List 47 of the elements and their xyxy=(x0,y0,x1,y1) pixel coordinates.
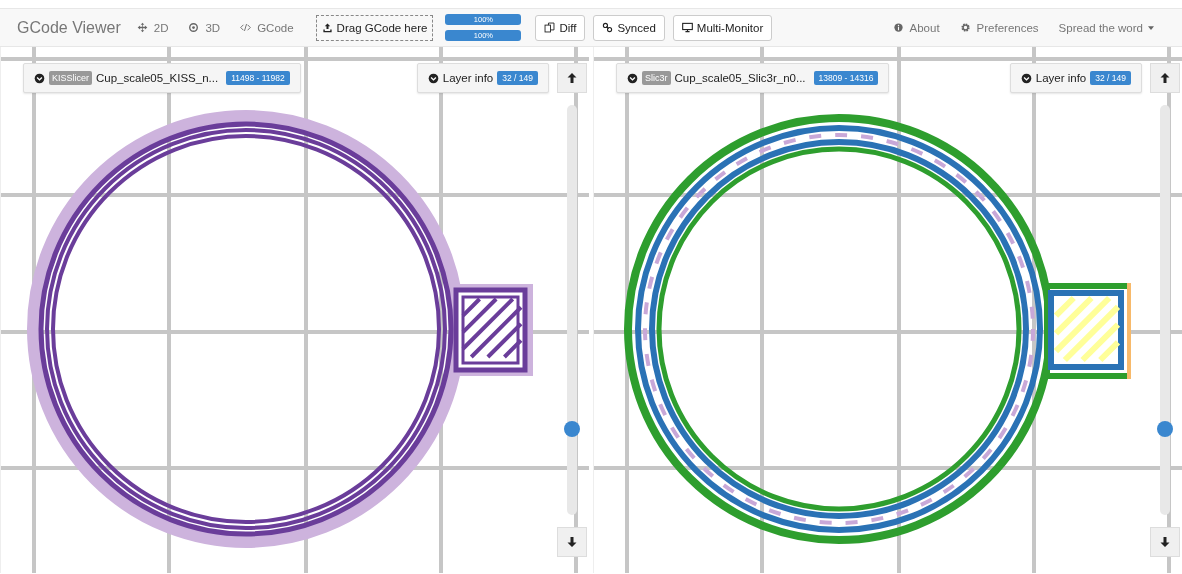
link-icon xyxy=(602,22,614,33)
slider-thumb[interactable] xyxy=(1157,420,1173,437)
layer-up-button[interactable] xyxy=(1150,63,1180,93)
nav-link[interactable]: 3D xyxy=(188,21,221,34)
layer-info-label: Layer info xyxy=(442,72,494,84)
code-icon xyxy=(240,22,252,33)
arrow-up-icon xyxy=(1159,72,1171,84)
collapse-icon[interactable] xyxy=(34,72,45,84)
monitor-icon xyxy=(681,22,693,33)
line-range-badge: 13809 - 14316 xyxy=(813,71,879,85)
arrow-down-icon xyxy=(566,536,578,548)
file-name: Cup_scale05_Slic3r_n0... xyxy=(674,72,806,84)
info-icon xyxy=(892,22,904,33)
nav-link[interactable]: About xyxy=(892,21,940,34)
nav-link[interactable]: 2D xyxy=(136,21,169,34)
toolbar-button[interactable]: Synced xyxy=(593,14,665,41)
layer-down-button[interactable] xyxy=(557,527,587,557)
nav-link[interactable]: Spread the word xyxy=(1058,21,1154,34)
line-range-badge: 11498 - 11982 xyxy=(226,71,290,85)
target-icon xyxy=(188,22,200,33)
toolbar-button[interactable]: Multi-Monitor xyxy=(672,14,773,41)
slider-thumb[interactable] xyxy=(564,420,580,437)
upload-button[interactable]: Drag GCode here xyxy=(315,14,434,41)
nav-link[interactable]: GCode xyxy=(240,21,294,34)
slicer-label: KISSlicer xyxy=(49,71,92,85)
layer-slider[interactable] xyxy=(567,105,577,515)
arrow-down-icon xyxy=(1159,536,1171,548)
layer-badge: 32 / 149 xyxy=(1090,71,1131,85)
copy-icon xyxy=(544,22,556,33)
collapse-icon[interactable] xyxy=(427,72,439,84)
settings-icon xyxy=(959,22,971,33)
layer-info-label: Layer info xyxy=(1035,72,1087,84)
collapse-icon[interactable] xyxy=(1020,72,1032,84)
slicer-label: Slic3r xyxy=(642,71,671,85)
caret-icon xyxy=(1148,25,1154,30)
app-title: GCode Viewer xyxy=(17,18,121,37)
upload-icon xyxy=(321,22,333,33)
collapse-icon[interactable] xyxy=(627,72,638,84)
arrow-up-icon xyxy=(566,72,578,84)
move-icon xyxy=(136,22,148,33)
layer-badge: 32 / 149 xyxy=(497,71,538,85)
toolbar-button[interactable]: Diff xyxy=(535,14,586,41)
nav-link[interactable]: Preferences xyxy=(959,21,1039,34)
layer-slider[interactable] xyxy=(1160,105,1170,515)
layer-down-button[interactable] xyxy=(1150,527,1180,557)
file-name: Cup_scale05_KISS_n... xyxy=(96,72,219,84)
layer-up-button[interactable] xyxy=(557,63,587,93)
